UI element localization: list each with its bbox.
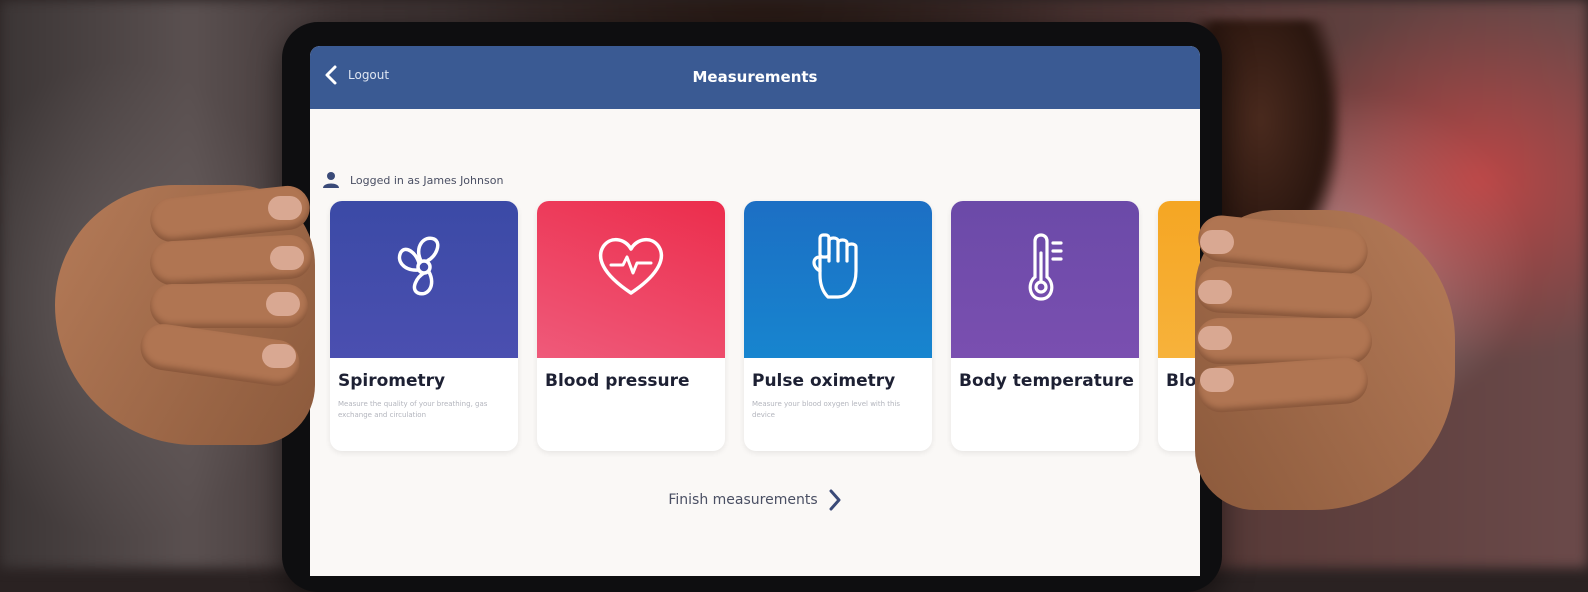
card-description: Measure the quality of your breathing, g… [338, 400, 488, 419]
logged-in-row: Logged in as James Johnson [322, 171, 503, 189]
fan-icon [397, 236, 440, 296]
user-icon [323, 172, 339, 188]
card-title: Spirometry [338, 371, 446, 391]
finish-measurements-label: Finish measurements [668, 492, 818, 508]
top-bar: Logout Measurements [310, 46, 1200, 109]
card-title: Blo [1166, 371, 1197, 391]
page-title: Measurements [692, 68, 818, 86]
card-title: Pulse oximetry [752, 371, 896, 391]
card-spirometry[interactable]: Spirometry Measure the quality of your b… [330, 201, 518, 451]
hand-icon [812, 233, 858, 299]
card-pulse-oximetry[interactable]: Pulse oximetry Measure your blood oxygen… [744, 201, 932, 451]
card-body-temperature[interactable]: Body temperature [951, 201, 1139, 451]
measurement-cards: Spirometry Measure the quality of your b… [330, 201, 1200, 451]
thermometer-icon [1028, 233, 1063, 301]
card-description: Measure your blood oxygen level with thi… [752, 400, 901, 419]
logged-in-label: Logged in as James Johnson [350, 173, 504, 187]
card-header [1158, 201, 1200, 358]
app-screen: Logout Measurements Logged in as James J… [310, 46, 1200, 576]
chevron-right-icon [829, 489, 841, 511]
card-title: Blood pressure [545, 371, 690, 391]
card-title: Body temperature [959, 371, 1134, 391]
finish-measurements-button[interactable]: Finish measurements [310, 488, 1200, 512]
card-blood-pressure[interactable]: Blood pressure [537, 201, 725, 451]
heart-pulse-icon [598, 238, 664, 295]
card-partial[interactable]: Blo [1158, 201, 1200, 451]
